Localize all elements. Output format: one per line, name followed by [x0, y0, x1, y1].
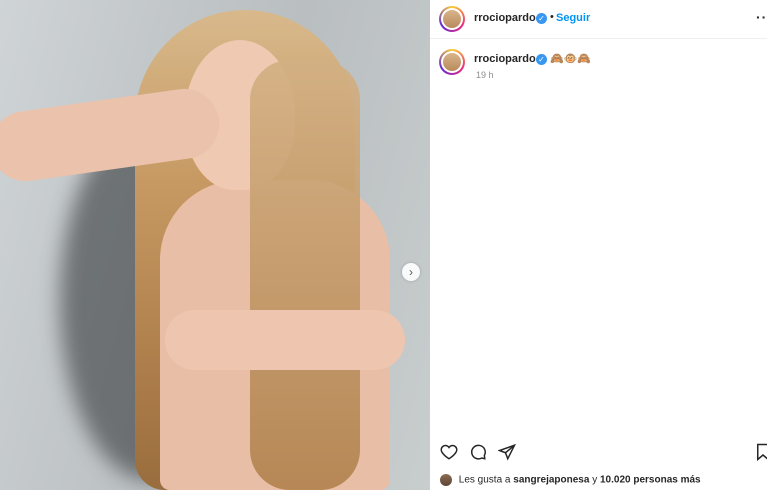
share-button[interactable] [497, 443, 516, 466]
photo-arm-crossed [165, 310, 405, 370]
verified-badge-icon: ✓ [536, 13, 547, 24]
caption-text: 🙈🐵🙈 [550, 53, 592, 65]
verified-badge-icon: ✓ [536, 54, 547, 65]
post-side-panel: rrociopardo ✓ • Seguir ·· rrociopardo ✓ … [430, 0, 767, 490]
caption-avatar[interactable] [439, 49, 465, 75]
likes-middle: y [592, 474, 598, 486]
comment-icon [471, 444, 486, 460]
save-button[interactable] [756, 443, 767, 466]
likes-prefix: Les gusta a [458, 474, 511, 486]
caption-username[interactable]: rrociopardo [474, 53, 536, 65]
post-photo[interactable]: › [0, 0, 430, 490]
header-username[interactable]: rrociopardo [474, 12, 536, 24]
separator-dot: • [550, 11, 554, 23]
chevron-right-icon: › [409, 265, 413, 279]
send-icon [497, 443, 516, 461]
like-button[interactable] [440, 443, 458, 466]
next-slide-button[interactable]: › [402, 263, 420, 281]
heart-icon [440, 444, 458, 460]
follow-button[interactable]: Seguir [556, 12, 590, 24]
post-header: rrociopardo ✓ • Seguir ·· [430, 0, 767, 39]
likes-count[interactable]: 10.020 personas más [600, 475, 701, 486]
liker-avatar [440, 474, 452, 486]
more-options-button[interactable]: ·· [756, 9, 767, 25]
liker-username[interactable]: sangrejaponesa [513, 475, 589, 486]
likes-summary: Les gusta a sangrejaponesa y 10.020 pers… [440, 474, 701, 486]
post-time[interactable]: 19 h [476, 70, 494, 80]
bookmark-icon [757, 443, 767, 462]
photo-hair-front [250, 60, 360, 490]
comment-button[interactable] [469, 443, 487, 466]
avatar[interactable] [439, 6, 465, 32]
